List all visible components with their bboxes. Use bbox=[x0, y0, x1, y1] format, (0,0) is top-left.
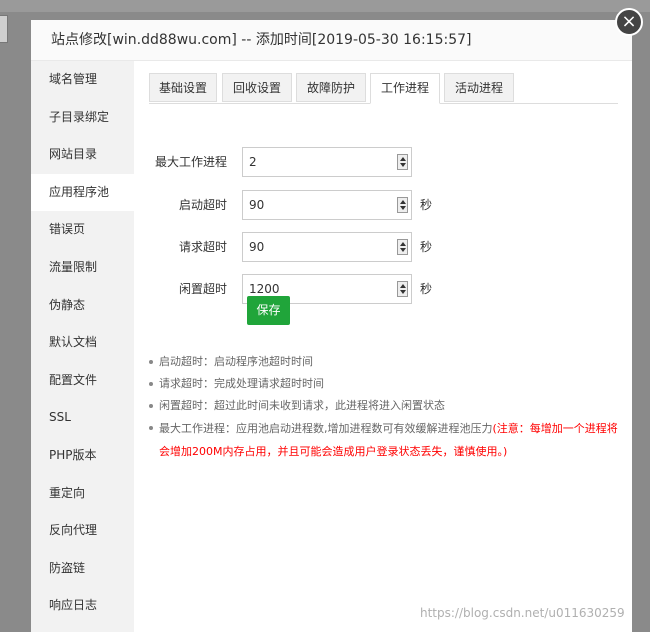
tab-basic-settings[interactable]: 基础设置 bbox=[149, 73, 217, 102]
request-timeout-input[interactable]: 90 bbox=[242, 232, 412, 262]
tab-active-process[interactable]: 活动进程 bbox=[444, 73, 514, 102]
sidebar-item-subdirectory-binding[interactable]: 子目录绑定 bbox=[31, 99, 134, 137]
idle-timeout-label: 闲置超时 bbox=[178, 282, 227, 296]
sidebar-item-config-file[interactable]: 配置文件 bbox=[31, 362, 134, 400]
note-max-workers-text: 最大工作进程：应用池启动进程数,增加进程数可有效缓解进程池压力 bbox=[159, 422, 493, 435]
watermark-text: https://blog.csdn.net/u011630259 bbox=[420, 606, 625, 620]
dialog-title: 站点修改[win.dd88wu.com] -- 添加时间[2019-05-30 … bbox=[31, 20, 632, 61]
spinner-arrows-icon[interactable] bbox=[397, 281, 408, 297]
startup-timeout-label: 启动超时 bbox=[178, 198, 227, 212]
spinner-arrows-icon[interactable] bbox=[397, 239, 408, 255]
sidebar-item-error-page[interactable]: 错误页 bbox=[31, 211, 134, 249]
startup-timeout-unit: 秒 bbox=[420, 198, 433, 212]
sidebar-item-app-pool[interactable]: 应用程序池 bbox=[31, 173, 134, 212]
spinner-arrows-icon[interactable] bbox=[397, 197, 408, 213]
save-button[interactable]: 保存 bbox=[247, 296, 290, 325]
tab-recycle-settings[interactable]: 回收设置 bbox=[222, 73, 292, 102]
sidebar-item-site-directory[interactable]: 网站目录 bbox=[31, 136, 134, 174]
tab-bar: 基础设置 回收设置 故障防护 工作进程 活动进程 bbox=[149, 73, 618, 104]
tab-failure-protection[interactable]: 故障防护 bbox=[296, 73, 366, 102]
background-strip bbox=[0, 0, 650, 12]
sidebar-item-domain[interactable]: 域名管理 bbox=[31, 61, 134, 99]
startup-timeout-input[interactable]: 90 bbox=[242, 190, 412, 220]
site-edit-dialog: 站点修改[win.dd88wu.com] -- 添加时间[2019-05-30 … bbox=[31, 20, 632, 632]
note-max-workers: 最大工作进程：应用池启动进程数,增加进程数可有效缓解进程池压力(注意：每增加一个… bbox=[148, 417, 620, 463]
note-idle-timeout: 闲置超时：超过此时间未收到请求，此进程将进入闲置状态 bbox=[148, 395, 620, 417]
startup-timeout-value: 90 bbox=[249, 198, 265, 212]
main-content: 基础设置 回收设置 故障防护 工作进程 活动进程 最大工作进程 2 启动超时 9… bbox=[134, 61, 632, 632]
max-workers-input[interactable]: 2 bbox=[242, 147, 412, 177]
sidebar: 域名管理 子目录绑定 网站目录 应用程序池 错误页 流量限制 伪静态 默认文档 … bbox=[31, 61, 134, 632]
max-workers-value: 2 bbox=[249, 155, 257, 169]
sidebar-item-hotlink-protection[interactable]: 防盗链 bbox=[31, 550, 134, 588]
sidebar-item-ssl[interactable]: SSL bbox=[31, 399, 134, 437]
close-icon[interactable]: × bbox=[615, 8, 643, 36]
request-timeout-label: 请求超时 bbox=[178, 240, 227, 254]
sidebar-item-reverse-proxy[interactable]: 反向代理 bbox=[31, 512, 134, 550]
sidebar-item-php-version[interactable]: PHP版本 bbox=[31, 437, 134, 475]
max-workers-label: 最大工作进程 bbox=[154, 155, 227, 169]
background-widget bbox=[0, 15, 8, 43]
note-startup-timeout: 启动超时：启动程序池超时时间 bbox=[148, 351, 620, 373]
sidebar-item-rewrite[interactable]: 伪静态 bbox=[31, 287, 134, 325]
idle-timeout-unit: 秒 bbox=[420, 282, 433, 296]
sidebar-item-redirect[interactable]: 重定向 bbox=[31, 475, 134, 513]
request-timeout-value: 90 bbox=[249, 240, 265, 254]
note-request-timeout: 请求超时：完成处理请求超时时间 bbox=[148, 373, 620, 395]
tab-worker-process[interactable]: 工作进程 bbox=[370, 73, 440, 104]
help-notes: 启动超时：启动程序池超时时间 请求超时：完成处理请求超时时间 闲置超时：超过此时… bbox=[148, 351, 620, 463]
request-timeout-unit: 秒 bbox=[420, 240, 433, 254]
sidebar-item-default-document[interactable]: 默认文档 bbox=[31, 324, 134, 362]
sidebar-item-traffic-limit[interactable]: 流量限制 bbox=[31, 249, 134, 287]
sidebar-item-response-log[interactable]: 响应日志 bbox=[31, 587, 134, 625]
spinner-arrows-icon[interactable] bbox=[397, 154, 408, 170]
